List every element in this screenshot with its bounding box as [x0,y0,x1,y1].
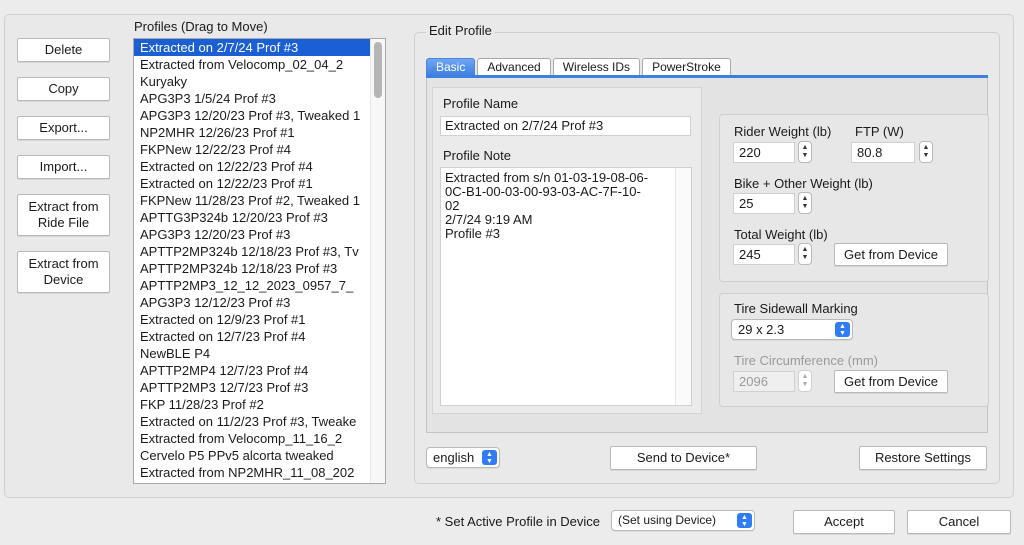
note-line: 02 [445,198,460,213]
profile-list-item[interactable]: NP2MHR 12/26/23 Prof #1 [134,124,370,141]
delete-button[interactable]: Delete [17,38,110,62]
note-line: 2/7/24 9:19 AM [445,212,533,227]
stepper-up-icon: ▲ [801,373,809,380]
profile-list-item[interactable]: Extracted from Velocomp_02_04_2 [134,56,370,73]
extract-from-device-button[interactable]: Extract from Device [17,251,110,293]
restore-settings-button[interactable]: Restore Settings [859,446,987,470]
profiles-list[interactable]: Extracted on 2/7/24 Prof #3 Extracted fro… [133,38,386,484]
stepper-down-icon: ▼ [922,152,930,159]
profile-list-item[interactable]: FKP 11/28/23 Prof #2 [134,396,370,413]
accept-button[interactable]: Accept [793,510,895,534]
profiles-scrollbar[interactable] [370,39,385,483]
rider-weight-stepper[interactable]: ▲ ▼ [798,141,812,163]
tire-marking-label: Tire Sidewall Marking [734,301,858,316]
profile-list-item[interactable]: Cervelo P5 PPv5 alcorta tweaked [134,447,370,464]
profile-list-item[interactable]: APTTP2MP3 12/7/23 Prof #3 [134,379,370,396]
chevron-updown-icon: ▲ ▼ [482,450,497,465]
rider-weight-label: Rider Weight (lb) [734,124,832,139]
profile-list-item[interactable]: FKPNew 11/28/23 Prof #2, Tweaked 1 [134,192,370,209]
total-weight-label: Total Weight (lb) [734,227,828,242]
cancel-button[interactable]: Cancel [907,510,1011,534]
active-profile-value: (Set using Device) [618,513,717,527]
active-profile-label: * Set Active Profile in Device [436,514,601,529]
profile-list-item[interactable]: Extracted from Velocomp_11_16_2 [134,430,370,447]
profile-list-item[interactable]: FKPNew 12/22/23 Prof #4 [134,141,370,158]
extract-from-ride-file-button[interactable]: Extract from Ride File [17,194,110,236]
stepper-down-icon: ▼ [801,254,809,261]
profile-list-item[interactable]: APG3P3 12/20/23 Prof #3, Tweaked 1 [134,107,370,124]
extract-device-line2: Device [43,272,84,287]
profiles-title: Profiles (Drag to Move) [134,19,268,34]
stepper-up-icon: ▲ [922,144,930,151]
ftp-label: FTP (W) [855,124,904,139]
profile-note-label: Profile Note [443,148,511,163]
active-profile-select[interactable]: (Set using Device) ▲ ▼ [611,510,755,531]
profile-list-item[interactable]: APG3P3 12/12/23 Prof #3 [134,294,370,311]
language-select[interactable]: english ▲ ▼ [426,447,500,468]
chevron-updown-icon: ▲ ▼ [835,322,850,337]
export-button[interactable]: Export... [17,116,110,140]
tire-marking-value: 29 x 2.3 [738,322,785,337]
note-line: Extracted from s/n 01-03-19-08-06- [445,170,649,185]
extract-ride-line1: Extract from [28,199,99,214]
edit-profile-title: Edit Profile [426,23,495,38]
profile-list-item[interactable]: Extracted from NP2MHR_11_08_202 [134,464,370,481]
tab-wireless-ids[interactable]: Wireless IDs [552,58,641,76]
import-button[interactable]: Import... [17,155,110,179]
stepper-up-icon: ▲ [801,144,809,151]
stepper-up-icon: ▲ [801,246,809,253]
stepper-down-icon: ▼ [801,381,809,388]
tire-marking-select[interactable]: 29 x 2.3 ▲ ▼ [731,319,853,340]
profile-list-item[interactable]: Extracted on 11/2/23 Prof #3, Tweake [134,413,370,430]
bike-weight-stepper[interactable]: ▲ ▼ [798,192,812,214]
copy-button[interactable]: Copy [17,77,110,101]
profile-list-item[interactable]: APTTP2MP324b 12/18/23 Prof #3 [134,260,370,277]
note-scrollbar[interactable] [675,168,691,405]
profile-list-item[interactable]: APTTP2MP324b 12/18/23 Prof #3, Tv [134,243,370,260]
get-weight-from-device-button[interactable]: Get from Device [834,243,948,266]
ftp-stepper[interactable]: ▲ ▼ [919,141,933,163]
profile-list-item[interactable]: Extracted on 12/22/23 Prof #4 [134,158,370,175]
profile-list-item[interactable]: NewBLE P4 [134,345,370,362]
tab-advanced[interactable]: Advanced [477,58,551,76]
tab-powerstroke[interactable]: PowerStroke [642,58,731,76]
profile-list-item[interactable]: Extracted on 2/7/24 Prof #3 [134,39,370,56]
profiles-scroll-thumb[interactable] [374,42,382,98]
extract-ride-line2: Ride File [37,215,90,230]
profile-note-field[interactable]: Extracted from s/n 01-03-19-08-06- 0C-B1… [440,167,692,406]
note-line: Profile #3 [445,226,500,241]
stepper-down-icon: ▼ [801,203,809,210]
total-weight-stepper[interactable]: ▲ ▼ [798,243,812,265]
tire-circumference-field: 2096 [733,371,795,392]
profile-name-label: Profile Name [443,96,519,111]
profile-list-item[interactable]: APTTP2MP3_12_12_2023_0957_7_ [134,277,370,294]
profile-list-item[interactable]: APTTG3P324b 12/20/23 Prof #3 [134,209,370,226]
get-tire-from-device-button[interactable]: Get from Device [834,370,948,393]
extract-device-line1: Extract from [28,256,99,271]
profile-list-item[interactable]: APG3P3 1/5/24 Prof #3 [134,90,370,107]
tab-basic[interactable]: Basic [426,58,476,76]
language-value: english [433,450,475,465]
note-line: 0C-B1-00-03-00-93-03-AC-7F-10- [445,184,641,199]
send-to-device-button[interactable]: Send to Device* [610,446,757,470]
profile-list-item[interactable]: Kuryaky [134,73,370,90]
tire-circumference-stepper: ▲ ▼ [798,370,812,392]
chevron-updown-icon: ▲ ▼ [737,513,752,528]
profile-name-field[interactable]: Extracted on 2/7/24 Prof #3 [440,116,691,136]
tire-circumference-label: Tire Circumference (mm) [734,353,878,368]
bike-weight-field[interactable]: 25 [733,193,795,214]
profile-list-item[interactable]: Extracted on 12/7/23 Prof #4 [134,328,370,345]
profile-list-item[interactable]: Extracted on 12/22/23 Prof #1 [134,175,370,192]
ftp-field[interactable]: 80.8 [851,142,915,163]
bike-weight-label: Bike + Other Weight (lb) [734,176,873,191]
stepper-down-icon: ▼ [801,152,809,159]
rider-weight-field[interactable]: 220 [733,142,795,163]
profile-list-item[interactable]: APTTP2MP4 12/7/23 Prof #4 [134,362,370,379]
profile-list-item[interactable]: Extracted on 12/9/23 Prof #1 [134,311,370,328]
total-weight-field[interactable]: 245 [733,244,795,265]
profile-list-item[interactable]: APG3P3 12/20/23 Prof #3 [134,226,370,243]
stepper-up-icon: ▲ [801,195,809,202]
tab-bar: Basic Advanced Wireless IDs PowerStroke [426,58,733,76]
profiles-items: Extracted on 2/7/24 Prof #3 Extracted fro… [134,39,385,481]
